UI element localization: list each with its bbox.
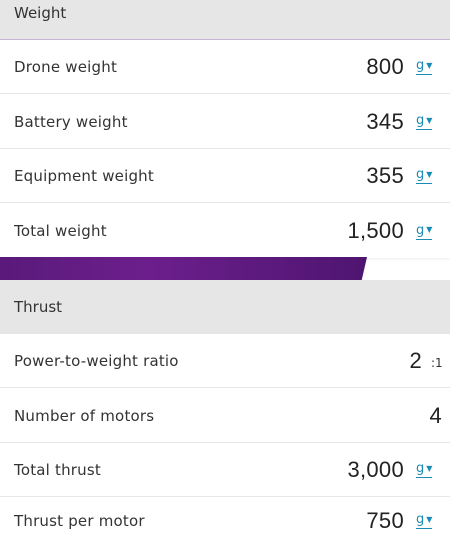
row-number-of-motors: Number of motors 4 (0, 389, 450, 443)
drone-weight-label: Drone weight (14, 57, 118, 76)
number-of-motors-value[interactable]: 4 (429, 403, 442, 429)
total-thrust-unit: g (416, 461, 425, 476)
thrust-per-motor-unit-select[interactable]: g ▼ (416, 512, 433, 529)
caret-down-icon: ▼ (426, 60, 433, 70)
equipment-weight-unit-select[interactable]: g ▼ (416, 167, 433, 184)
thrust-per-motor-unit: g (416, 512, 425, 527)
row-total-weight: Total weight 1,500 g ▼ (0, 204, 450, 258)
weight-section-header: Weight (0, 0, 450, 40)
power-to-weight-ratio-label: Power-to-weight ratio (14, 351, 179, 370)
row-battery-weight: Battery weight 345 g ▼ (0, 95, 450, 149)
total-thrust-label: Total thrust (14, 460, 101, 479)
total-weight-unit: g (416, 222, 425, 238)
decorative-purple-shape (0, 257, 367, 281)
power-to-weight-ratio-value[interactable]: 2 (409, 348, 422, 374)
power-to-weight-ratio-unit: :1 (431, 356, 443, 370)
equipment-weight-unit: g (416, 167, 425, 182)
caret-down-icon: ▼ (426, 225, 433, 234)
drone-weight-value[interactable]: 800 (366, 54, 404, 80)
battery-weight-unit-select[interactable]: g ▼ (416, 113, 433, 130)
total-weight-label: Total weight (14, 222, 107, 240)
total-weight-unit-select[interactable]: g ▼ (416, 222, 433, 240)
battery-weight-label: Battery weight (14, 112, 128, 131)
weight-section-title: Weight (14, 4, 67, 22)
thrust-per-motor-value[interactable]: 750 (366, 508, 404, 534)
thrust-section-title: Thrust (14, 298, 63, 316)
total-thrust-unit-select[interactable]: g ▼ (416, 461, 433, 478)
number-of-motors-label: Number of motors (14, 406, 155, 425)
row-drone-weight: Drone weight 800 g ▼ (0, 40, 450, 94)
row-power-to-weight-ratio: Power-to-weight ratio 2 :1 (0, 334, 450, 388)
battery-weight-value[interactable]: 345 (366, 109, 404, 135)
drone-weight-unit-select[interactable]: g ▼ (416, 58, 433, 75)
caret-down-icon: ▼ (426, 169, 433, 179)
total-thrust-value[interactable]: 3,000 (347, 457, 404, 483)
caret-down-icon: ▼ (426, 463, 433, 473)
drone-weight-unit: g (416, 58, 425, 73)
thrust-section-header: Thrust (0, 280, 450, 334)
row-equipment-weight: Equipment weight 355 g ▼ (0, 149, 450, 203)
total-weight-value[interactable]: 1,500 (347, 218, 404, 244)
caret-down-icon: ▼ (426, 514, 433, 524)
equipment-weight-value[interactable]: 355 (366, 163, 404, 189)
battery-weight-unit: g (416, 113, 425, 128)
thrust-per-motor-label: Thrust per motor (14, 511, 145, 530)
decorative-background-band (0, 257, 450, 281)
row-thrust-per-motor: Thrust per motor 750 g ▼ (0, 497, 450, 544)
caret-down-icon: ▼ (426, 115, 433, 125)
row-total-thrust: Total thrust 3,000 g ▼ (0, 443, 450, 497)
equipment-weight-label: Equipment weight (14, 166, 154, 185)
